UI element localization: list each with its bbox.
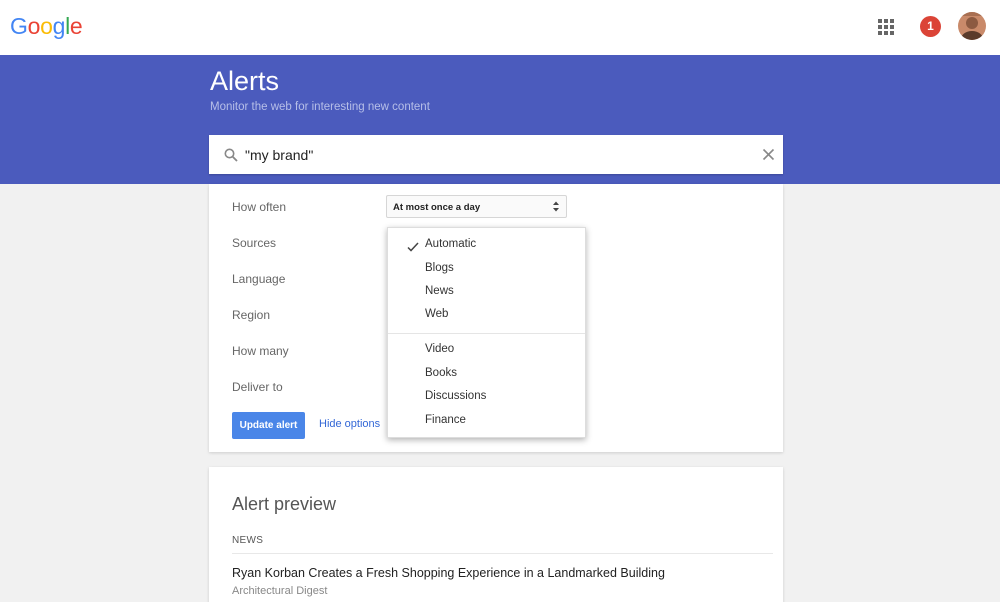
close-icon[interactable]	[762, 148, 775, 161]
preview-divider	[232, 553, 773, 554]
google-logo[interactable]: Google	[10, 13, 83, 40]
select-arrows-icon	[552, 200, 560, 213]
how-often-select[interactable]: At most once a day	[386, 195, 567, 218]
hide-options-link[interactable]: Hide options	[319, 418, 380, 430]
source-option-news[interactable]: News	[425, 285, 454, 297]
logo-letter: o	[40, 13, 53, 39]
user-avatar-icon[interactable]	[958, 12, 986, 40]
how-often-value: At most once a day	[393, 202, 481, 213]
how-often-label: How often	[232, 200, 287, 214]
logo-letter: G	[10, 13, 28, 39]
notification-badge[interactable]: 1	[920, 16, 941, 37]
top-bar: Google 1	[0, 0, 1000, 55]
source-option-video[interactable]: Video	[425, 343, 454, 355]
language-label: Language	[232, 272, 286, 286]
checkmark-icon	[407, 239, 419, 252]
alert-query-box	[209, 135, 783, 174]
how-many-label: How many	[232, 344, 289, 358]
source-option-discussions[interactable]: Discussions	[425, 390, 486, 402]
sources-dropdown-menu: Automatic Blogs News Web Video Books Dis…	[387, 227, 586, 438]
source-option-books[interactable]: Books	[425, 367, 457, 379]
update-alert-button[interactable]: Update alert	[232, 412, 305, 439]
deliver-to-label: Deliver to	[232, 380, 283, 394]
logo-letter: e	[69, 13, 83, 39]
source-option-blogs[interactable]: Blogs	[425, 262, 454, 274]
source-option-automatic[interactable]: Automatic	[425, 238, 476, 250]
sources-label: Sources	[232, 236, 277, 250]
logo-letter: g	[52, 13, 66, 39]
search-icon	[224, 148, 238, 162]
region-label: Region	[232, 308, 271, 322]
dropdown-divider	[388, 333, 585, 334]
alert-preview-card: Alert preview NEWS Ryan Korban Creates a…	[209, 467, 783, 602]
source-option-finance[interactable]: Finance	[425, 414, 466, 426]
page-title: Alerts	[210, 66, 280, 96]
preview-section-label: NEWS	[232, 535, 264, 546]
preview-title: Alert preview	[232, 494, 337, 514]
article-source: Architectural Digest	[232, 585, 328, 597]
apps-grid-icon[interactable]	[877, 18, 895, 36]
article-title-link[interactable]: Ryan Korban Creates a Fresh Shopping Exp…	[232, 566, 665, 580]
logo-letter: o	[27, 13, 41, 39]
alert-query-input[interactable]	[245, 144, 745, 166]
page-subtitle: Monitor the web for interesting new cont…	[210, 101, 430, 113]
source-option-web[interactable]: Web	[425, 308, 448, 320]
